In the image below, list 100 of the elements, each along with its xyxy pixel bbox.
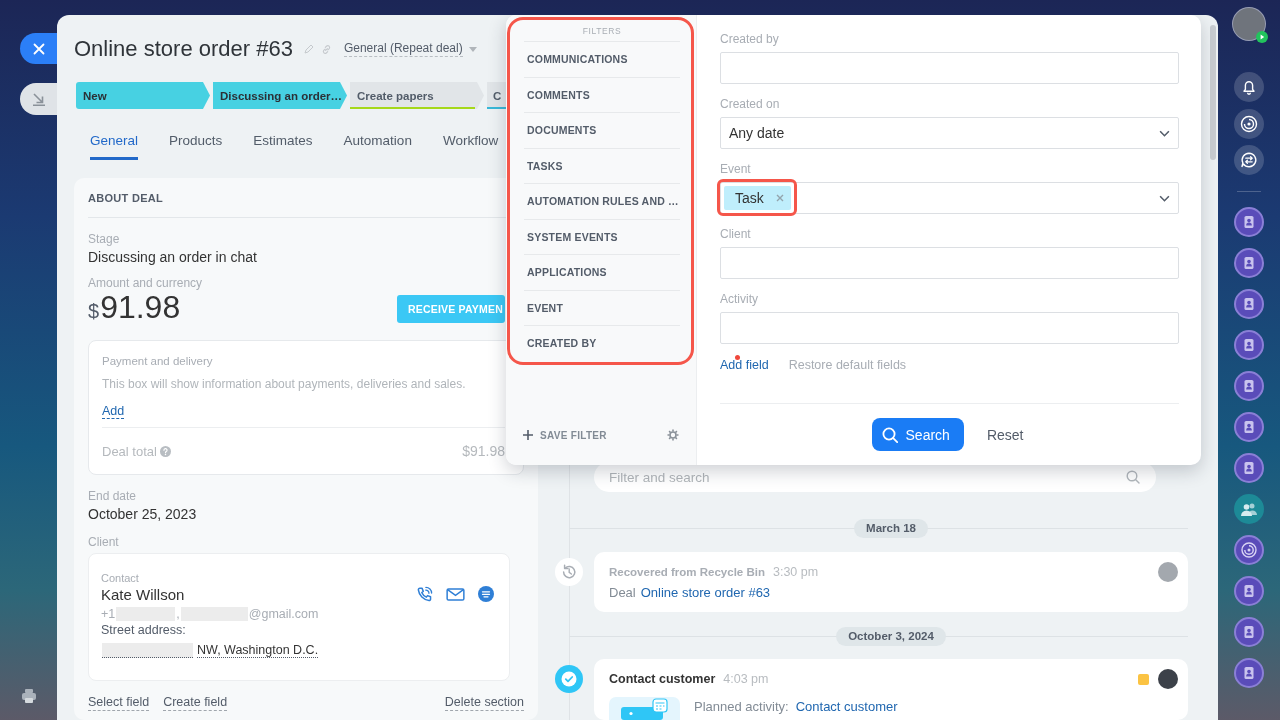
settings-icon[interactable] (667, 429, 679, 441)
select-field[interactable]: Task (720, 182, 1179, 214)
total-label: Deal total (102, 443, 157, 459)
filter-preset[interactable]: DOCUMENTS (524, 112, 680, 148)
field-link[interactable]: Select field (88, 695, 150, 711)
mail-icon[interactable] (446, 587, 465, 601)
stage-step[interactable]: C (487, 82, 506, 109)
entry-time: 3:30 pm (772, 565, 819, 579)
contact-book-icon[interactable] (1234, 576, 1264, 606)
avatar (1158, 669, 1178, 689)
printer-icon[interactable] (20, 688, 37, 704)
play-badge-icon (1256, 31, 1268, 43)
search-icon (881, 426, 898, 443)
bell-icon[interactable] (1234, 72, 1264, 102)
field-label: Stage (88, 232, 120, 246)
contact-book-icon[interactable] (1234, 371, 1264, 401)
chevron-down-icon (1159, 129, 1170, 137)
contact-book-icon[interactable] (1234, 330, 1264, 360)
contact-book-icon[interactable] (1234, 207, 1264, 237)
field-label: Client (720, 227, 751, 242)
chat-arrows-icon[interactable] (1234, 145, 1264, 175)
add-field-link[interactable]: Add field (720, 358, 769, 372)
check-circle-icon (555, 665, 583, 693)
field-label: End date (88, 489, 137, 503)
total-value: $91.98 (462, 443, 505, 459)
phone-text: +1 (101, 607, 116, 621)
field-label: Client (88, 535, 119, 549)
filter-preset[interactable]: APPLICATIONS (524, 254, 680, 290)
tab[interactable]: General (90, 128, 139, 160)
close-button[interactable] (20, 33, 57, 64)
contact-book-icon[interactable] (1234, 412, 1264, 442)
email-text: @gmail.com (248, 607, 319, 621)
field-value: October 25, 2023 (88, 506, 197, 523)
address-label: Street address: (101, 622, 186, 638)
filters-heading: FILTERS (582, 25, 622, 36)
stage-step[interactable]: New (76, 82, 210, 109)
save-filter-button[interactable]: SAVE FILTER (523, 429, 607, 441)
field-label: Activity (720, 292, 758, 307)
address-text: NW, Washington D.C. (197, 642, 319, 658)
entry-link[interactable]: Contact customer (795, 698, 898, 715)
entry-title: Recovered from Recycle Bin (609, 566, 765, 578)
input-field[interactable] (720, 247, 1179, 279)
contact-book-icon[interactable] (1234, 658, 1264, 688)
tab[interactable]: Workflow (442, 128, 499, 160)
filter-preset[interactable]: EVENT (524, 289, 680, 325)
spiral-icon[interactable] (1234, 109, 1264, 139)
people-icon[interactable] (1234, 494, 1264, 524)
entry-text: Deal (609, 584, 636, 601)
filter-preset[interactable]: AUTOMATION RULES AND … (524, 183, 680, 219)
filter-preset[interactable]: COMMUNICATIONS (524, 41, 680, 77)
field-label: Event (720, 162, 751, 177)
date-pill: March 18 (854, 519, 928, 538)
tab[interactable]: Estimates (253, 128, 313, 160)
add-link[interactable]: Add (102, 404, 125, 419)
tab[interactable]: Products (169, 128, 223, 160)
stage-step[interactable]: Discussing an order… (213, 82, 347, 109)
entry-text: Planned activity: (694, 698, 789, 715)
field-value: Discussing an order in chat (88, 249, 257, 266)
box-description: This box will show information about payments, deliveries and sales. (102, 377, 466, 392)
stage-step[interactable]: Create papers (350, 82, 484, 109)
field-label: Created on (720, 97, 780, 112)
contact-book-icon[interactable] (1234, 289, 1264, 319)
select-field[interactable]: Any date (720, 117, 1179, 149)
field-label: Amount and currency (88, 276, 203, 290)
collapse-arrow-icon (31, 92, 46, 106)
search-button[interactable]: Search (871, 418, 964, 451)
field-label: Created by (720, 32, 779, 47)
avatar (1158, 562, 1178, 582)
field-label: Contact (101, 572, 139, 584)
tag-chip[interactable]: Task (724, 186, 791, 210)
category-dropdown[interactable]: General (Repeat deal) (343, 41, 463, 57)
phone-icon[interactable] (416, 585, 433, 603)
contact-book-icon[interactable] (1234, 617, 1264, 647)
contact-book-icon[interactable] (1234, 248, 1264, 278)
delete-section-link[interactable]: Delete section (444, 695, 524, 711)
input-field[interactable] (720, 312, 1179, 344)
plus-icon (523, 430, 533, 440)
box-title: Payment and delivery (102, 354, 213, 368)
section-heading: ABOUT DEAL (88, 191, 164, 204)
deal-title: Online store order #63 (74, 35, 293, 63)
avatar[interactable] (1233, 8, 1265, 40)
filter-preset[interactable]: TASKS (524, 147, 680, 183)
scrollbar-thumb[interactable] (1210, 25, 1216, 160)
filter-preset[interactable]: CREATED BY (524, 325, 680, 361)
tab[interactable]: Automation (343, 128, 412, 160)
close-icon (32, 42, 45, 55)
entry-title: Contact customer (609, 672, 716, 686)
filter-preset[interactable]: COMMENTS (524, 76, 680, 112)
date-pill: October 3, 2024 (836, 627, 946, 646)
filter-preset[interactable]: SYSTEM EVENTS (524, 218, 680, 254)
input-field[interactable] (720, 52, 1179, 84)
entry-link[interactable]: Online store order #63 (640, 584, 771, 601)
chat-bubble-icon[interactable] (478, 586, 494, 602)
field-link[interactable]: Create field (163, 695, 228, 711)
reset-button[interactable]: Reset (982, 418, 1028, 451)
contact-name[interactable]: Kate Willson (101, 585, 185, 603)
contact-book-icon[interactable] (1234, 453, 1264, 483)
caret-icon (468, 46, 477, 52)
amount-value: $91.98 (88, 290, 181, 327)
collapse-button[interactable] (20, 83, 57, 115)
